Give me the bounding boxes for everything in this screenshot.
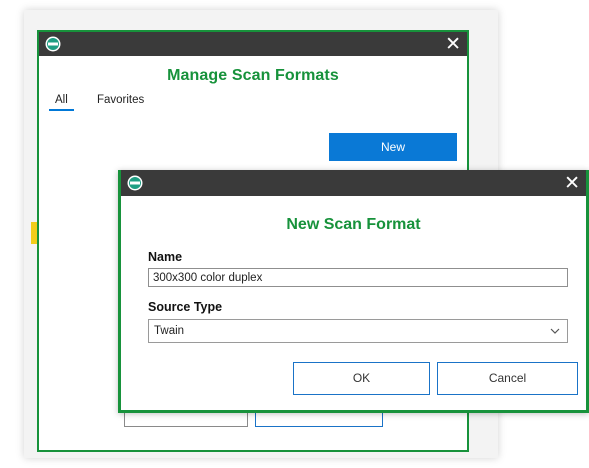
close-icon[interactable]: ✕ — [445, 32, 461, 56]
new-scan-format-dialog: ✕ New Scan Format Name Source Type Twain… — [118, 170, 589, 413]
page-title: Manage Scan Formats — [167, 67, 339, 84]
source-type-label: Source Type — [148, 300, 223, 314]
screenshot-stage: ✕ Manage Scan Formats All Favorites New … — [0, 0, 589, 468]
tab-all[interactable]: All — [49, 94, 74, 111]
source-type-select[interactable]: Twain — [148, 319, 568, 343]
window-titlebar: ✕ — [39, 32, 467, 56]
ok-button[interactable]: OK — [293, 362, 430, 395]
chevron-down-icon — [550, 328, 560, 334]
close-icon[interactable]: ✕ — [564, 170, 580, 196]
format-tabs: All Favorites — [49, 94, 164, 111]
source-type-value: Twain — [154, 325, 185, 337]
new-button[interactable]: New — [329, 133, 457, 161]
cancel-button[interactable]: Cancel — [437, 362, 578, 395]
app-logo-icon — [127, 175, 143, 191]
tab-favorites[interactable]: Favorites — [91, 94, 150, 109]
selection-marker — [31, 222, 37, 244]
name-field[interactable] — [148, 268, 568, 287]
name-label: Name — [148, 250, 183, 264]
dialog-titlebar: ✕ — [121, 170, 586, 196]
dialog-title: New Scan Format — [286, 216, 421, 233]
app-logo-icon — [45, 36, 61, 52]
